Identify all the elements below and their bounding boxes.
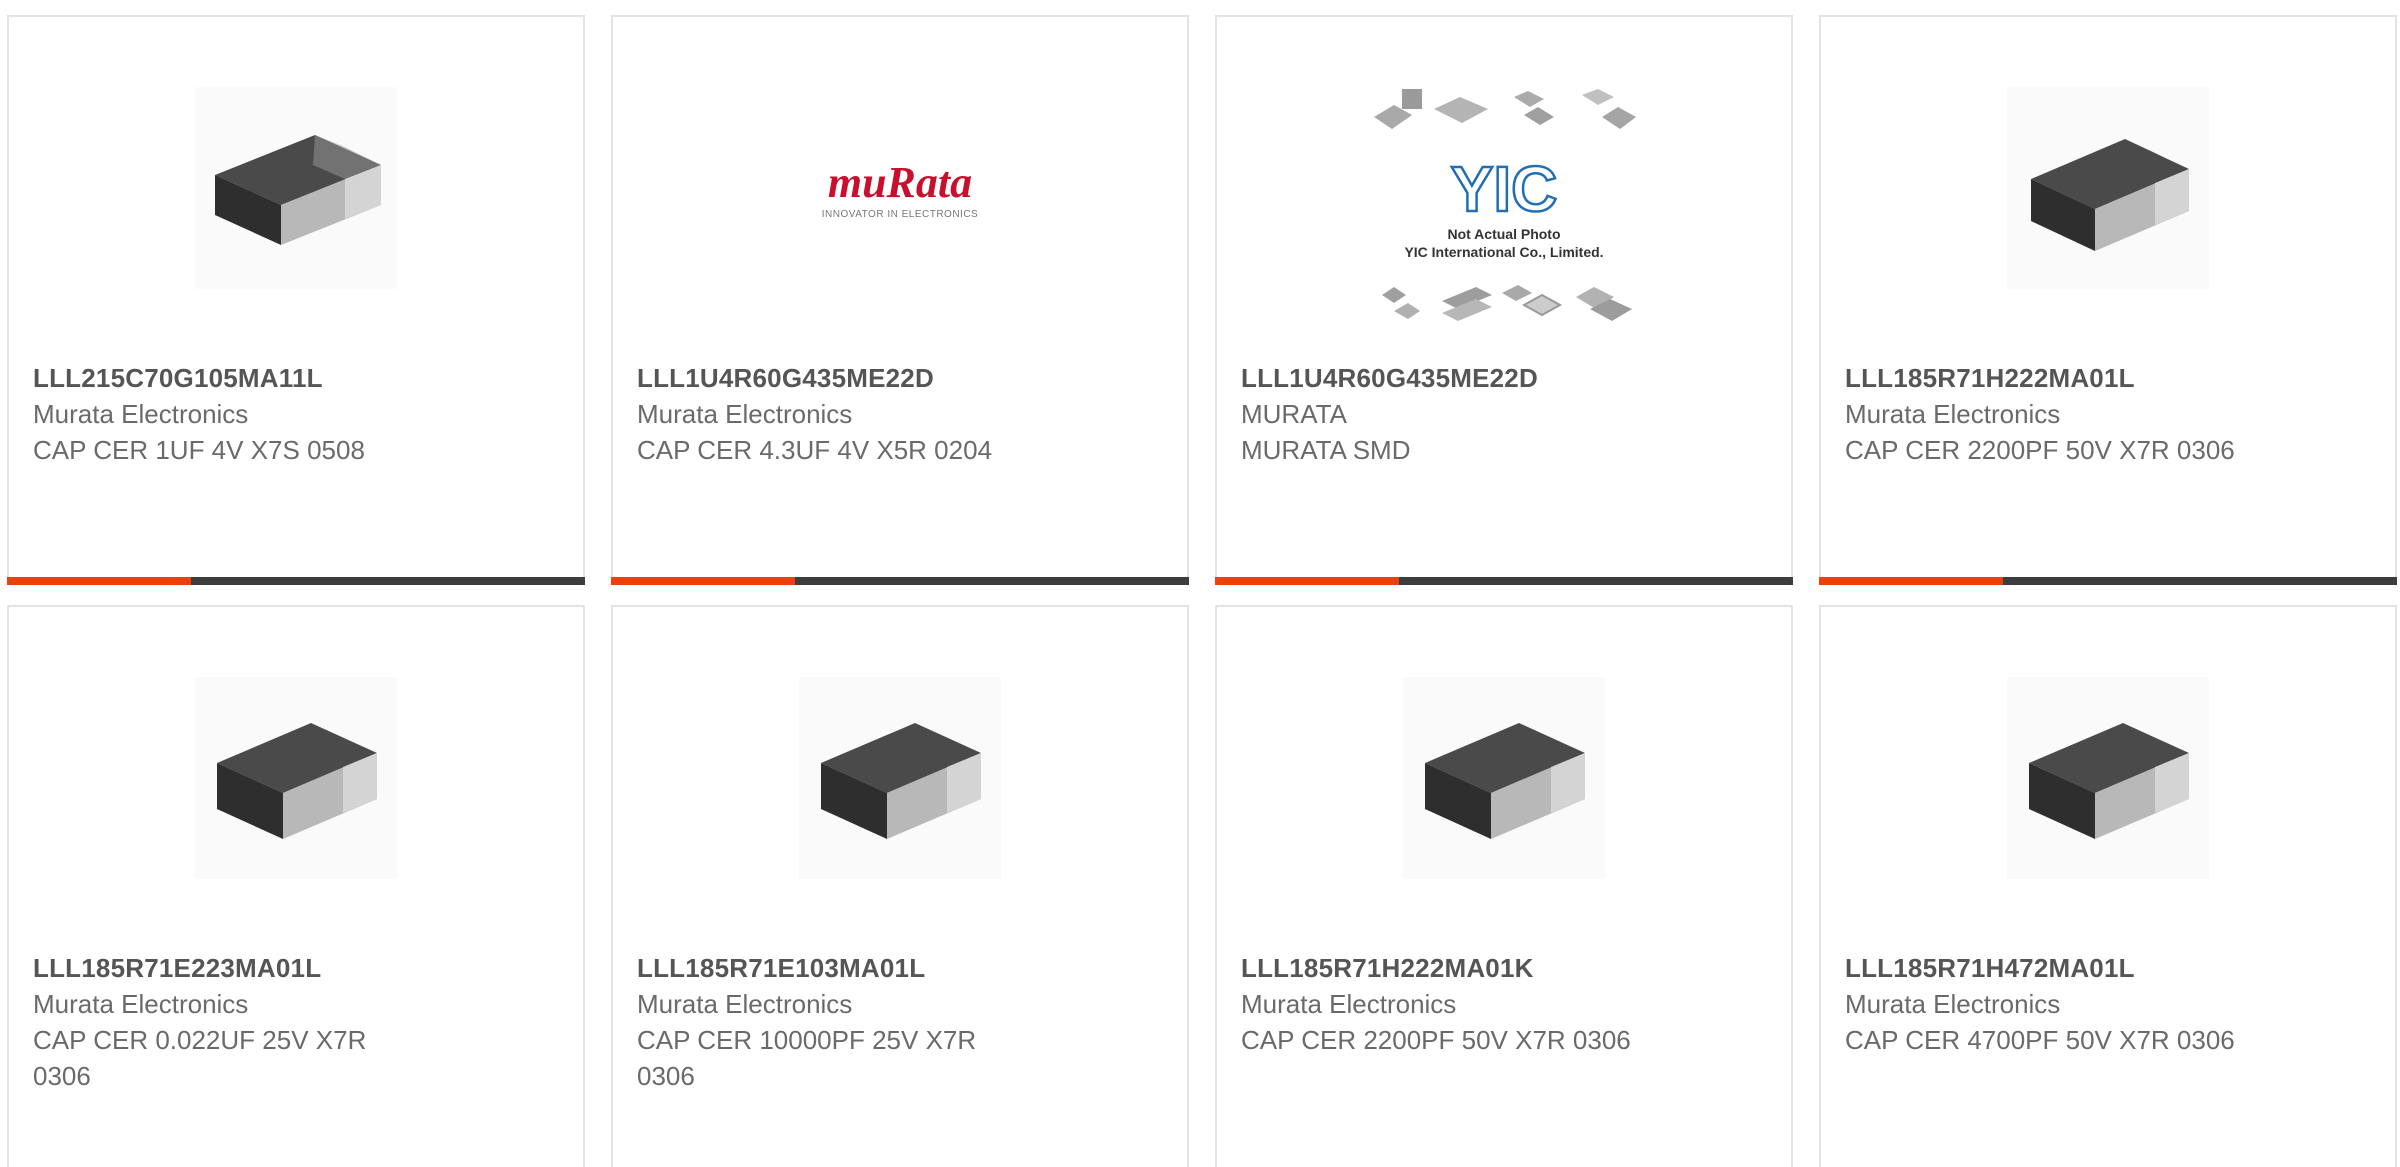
accent-segment <box>7 577 191 585</box>
part-number[interactable]: LLL215C70G105MA11L <box>33 360 433 396</box>
yic-placeholder-image[interactable]: YIC Not Actual Photo YIC International C… <box>1364 87 1644 337</box>
product-card[interactable]: LLL185R71H222MA01K Murata Electronics CA… <box>1215 605 1793 1167</box>
description: CAP CER 10000PF 25V X7R 0306 <box>637 1025 977 1091</box>
chip-capacitor-icon[interactable] <box>2007 677 2209 879</box>
product-info: LLL1U4R60G435ME22D MURATA MURATA SMD <box>1241 360 1641 468</box>
murata-logo-text: muRata <box>828 158 972 207</box>
manufacturer: Murata Electronics <box>33 399 249 429</box>
accent-segment <box>611 577 795 585</box>
part-number[interactable]: LLL185R71H222MA01L <box>1845 360 2245 396</box>
card-footer-bar <box>7 577 585 585</box>
card-footer-bar <box>1819 577 2397 585</box>
product-card[interactable]: YIC Not Actual Photo YIC International C… <box>1215 15 1793 585</box>
accent-segment <box>1819 577 2003 585</box>
part-number[interactable]: LLL185R71H472MA01L <box>1845 950 2245 986</box>
part-number[interactable]: LLL185R71E103MA01L <box>637 950 1037 986</box>
product-info: LLL185R71H222MA01L Murata Electronics CA… <box>1845 360 2245 468</box>
product-info: LLL185R71H472MA01L Murata Electronics CA… <box>1845 950 2245 1058</box>
description: CAP CER 1UF 4V X7S 0508 <box>33 435 365 465</box>
manufacturer: Murata Electronics <box>1845 399 2061 429</box>
description: CAP CER 4700PF 50V X7R 0306 <box>1845 1025 2235 1055</box>
manufacturer: Murata Electronics <box>1241 989 1457 1019</box>
murata-logo-tagline: INNOVATOR IN ELECTRONICS <box>822 209 978 220</box>
manufacturer: Murata Electronics <box>637 989 853 1019</box>
part-number[interactable]: LLL1U4R60G435ME22D <box>1241 360 1641 396</box>
product-card[interactable]: LLL215C70G105MA11L Murata Electronics CA… <box>7 15 585 585</box>
accent-segment <box>1215 577 1399 585</box>
manufacturer: Murata Electronics <box>637 399 853 429</box>
product-info: LLL215C70G105MA11L Murata Electronics CA… <box>33 360 433 468</box>
placeholder-caption-2: YIC International Co., Limited. <box>1404 244 1603 260</box>
description: CAP CER 2200PF 50V X7R 0306 <box>1845 435 2235 465</box>
murata-logo[interactable]: muRata INNOVATOR IN ELECTRONICS <box>799 87 1001 289</box>
manufacturer: Murata Electronics <box>33 989 249 1019</box>
card-footer-bar <box>611 577 1189 585</box>
description: CAP CER 0.022UF 25V X7R 0306 <box>33 1025 367 1091</box>
chip-capacitor-icon[interactable] <box>2007 87 2209 289</box>
product-card[interactable]: muRata INNOVATOR IN ELECTRONICS LLL1U4R6… <box>611 15 1189 585</box>
chip-capacitor-icon[interactable] <box>799 677 1001 879</box>
product-card[interactable]: LLL185R71H222MA01L Murata Electronics CA… <box>1819 15 2397 585</box>
manufacturer: Murata Electronics <box>1845 989 2061 1019</box>
part-number[interactable]: LLL185R71E223MA01L <box>33 950 433 986</box>
product-card[interactable]: LLL185R71E223MA01L Murata Electronics CA… <box>7 605 585 1167</box>
description: CAP CER 4.3UF 4V X5R 0204 <box>637 435 993 465</box>
card-footer-bar <box>1215 577 1793 585</box>
yic-logo-text: YIC <box>1451 153 1558 225</box>
product-card[interactable]: LLL185R71H472MA01L Murata Electronics CA… <box>1819 605 2397 1167</box>
product-info: LLL185R71E103MA01L Murata Electronics CA… <box>637 950 1037 1094</box>
placeholder-caption-1: Not Actual Photo <box>1447 226 1560 242</box>
chip-capacitor-icon[interactable] <box>195 677 397 879</box>
description: CAP CER 2200PF 50V X7R 0306 <box>1241 1025 1631 1055</box>
product-info: LLL185R71H222MA01K Murata Electronics CA… <box>1241 950 1641 1058</box>
part-number[interactable]: LLL1U4R60G435ME22D <box>637 360 1037 396</box>
product-info: LLL1U4R60G435ME22D Murata Electronics CA… <box>637 360 1037 468</box>
chip-capacitor-icon[interactable] <box>195 87 397 289</box>
product-card[interactable]: LLL185R71E103MA01L Murata Electronics CA… <box>611 605 1189 1167</box>
product-grid: LLL215C70G105MA11L Murata Electronics CA… <box>0 0 2400 1167</box>
part-number[interactable]: LLL185R71H222MA01K <box>1241 950 1641 986</box>
description: MURATA SMD <box>1241 435 1411 465</box>
chip-capacitor-icon[interactable] <box>1403 677 1605 879</box>
manufacturer: MURATA <box>1241 399 1347 429</box>
product-info: LLL185R71E223MA01L Murata Electronics CA… <box>33 950 433 1094</box>
